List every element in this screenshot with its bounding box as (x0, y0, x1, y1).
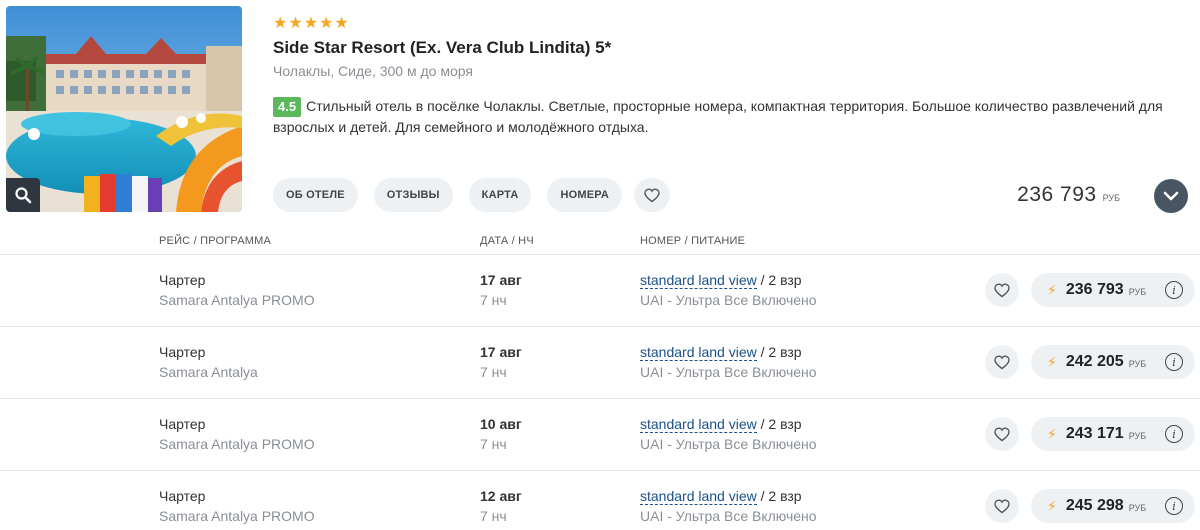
offer-date: 17 авг (480, 272, 522, 288)
room-type-link[interactable]: standard land view (640, 344, 757, 361)
offer-currency: РУБ (1128, 359, 1147, 369)
favorite-button[interactable] (634, 178, 670, 212)
expand-offers-button[interactable] (1154, 179, 1188, 213)
room-guests: / 2 взр (756, 416, 802, 432)
offer-price-button[interactable]: ⚡ 236 793 РУБ i (1031, 273, 1195, 307)
hotel-photo[interactable] (6, 6, 242, 212)
flight-type: Чартер (159, 416, 206, 432)
flight-type: Чартер (159, 272, 206, 288)
flight-program: Samara Antalya PROMO (159, 292, 315, 308)
flight-program: Samara Antalya (159, 364, 258, 380)
hotel-info: ★ ★ ★ ★ ★ Side Star Resort (Ex. Vera Clu… (273, 14, 1183, 138)
offer-row: Чартер Samara Antalya PROMO 10 авг 7 нч … (0, 398, 1200, 470)
rating-badge: 4.5 (273, 97, 302, 117)
star-icon: ★ (334, 15, 349, 32)
room-type-link[interactable]: standard land view (640, 416, 757, 433)
description-text: Стильный отель в посёлке Чолаклы. Светлы… (273, 98, 1163, 135)
hotel-photo-image (6, 6, 242, 212)
offer-nights: 7 нч (480, 508, 507, 524)
star-icon: ★ (288, 15, 303, 32)
min-price-amount: 236 793 (1017, 183, 1097, 206)
chevron-down-icon (1163, 191, 1179, 201)
offer-price-button[interactable]: ⚡ 243 171 РУБ i (1031, 417, 1195, 451)
lightning-icon: ⚡ (1047, 425, 1057, 442)
offer-currency: РУБ (1128, 503, 1147, 513)
room-guests: / 2 взр (756, 488, 802, 504)
info-icon[interactable]: i (1165, 497, 1183, 515)
offer-nights: 7 нч (480, 292, 507, 308)
offer-row: Чартер Samara Antalya PROMO 12 авг 7 нч … (0, 470, 1200, 530)
min-price-currency: РУБ (1102, 193, 1120, 203)
heart-icon (994, 354, 1010, 369)
flight-program: Samara Antalya PROMO (159, 436, 315, 452)
meal-plan: UAI - Ультра Все Включено (640, 508, 817, 524)
offer-row: Чартер Samara Antalya 17 авг 7 нч standa… (0, 326, 1200, 398)
meal-plan: UAI - Ультра Все Включено (640, 292, 817, 308)
hotel-tabs: ОБ ОТЕЛЕ ОТЗЫВЫ КАРТА НОМЕРА (273, 178, 670, 212)
offer-price: 243 171 (1065, 425, 1124, 442)
offer-currency: РУБ (1128, 287, 1147, 297)
favorite-offer-button[interactable] (985, 489, 1019, 523)
offer-date: 12 авг (480, 488, 522, 504)
offer-date: 10 авг (480, 416, 522, 432)
offer-date: 17 авг (480, 344, 522, 360)
lightning-icon: ⚡ (1047, 281, 1057, 298)
info-icon[interactable]: i (1165, 425, 1183, 443)
meal-plan: UAI - Ультра Все Включено (640, 436, 817, 452)
flight-type: Чартер (159, 488, 206, 504)
hotel-description: 4.5 Стильный отель в посёлке Чолаклы. Све… (273, 96, 1178, 138)
column-header-flight: РЕЙС / ПРОГРАММА (159, 235, 272, 247)
room-type-link[interactable]: standard land view (640, 488, 757, 505)
lightning-icon: ⚡ (1047, 353, 1057, 370)
heart-icon (994, 426, 1010, 441)
offer-nights: 7 нч (480, 364, 507, 380)
offer-price: 245 298 (1065, 497, 1124, 514)
offer-row: Чартер Samara Antalya PROMO 17 авг 7 нч … (0, 254, 1200, 326)
offer-price-button[interactable]: ⚡ 245 298 РУБ i (1031, 489, 1195, 523)
hotel-name[interactable]: Side Star Resort (Ex. Vera Club Lindita)… (273, 37, 1183, 59)
star-icon: ★ (303, 15, 319, 32)
tab-rooms[interactable]: НОМЕРА (547, 178, 622, 212)
heart-icon (994, 282, 1010, 297)
hotel-location: Чолаклы, Сиде, 300 м до моря (273, 63, 473, 79)
hotel-stars: ★ ★ ★ ★ ★ (273, 14, 1183, 34)
tab-about[interactable]: ОБ ОТЕЛЕ (273, 178, 358, 212)
star-icon: ★ (273, 15, 288, 32)
flight-type: Чартер (159, 344, 206, 360)
room-type-link[interactable]: standard land view (640, 272, 757, 289)
heart-icon (994, 498, 1010, 513)
offer-currency: РУБ (1128, 431, 1147, 441)
column-header-date: ДАТА / НЧ (480, 235, 534, 247)
favorite-offer-button[interactable] (985, 417, 1019, 451)
info-icon[interactable]: i (1165, 353, 1183, 371)
offer-price: 236 793 (1065, 281, 1124, 298)
flight-program: Samara Antalya PROMO (159, 508, 315, 524)
favorite-offer-button[interactable] (985, 345, 1019, 379)
favorite-offer-button[interactable] (985, 273, 1019, 307)
star-icon: ★ (319, 15, 334, 32)
min-price: 236 793 РУБ (1017, 183, 1120, 207)
offer-nights: 7 нч (480, 436, 507, 452)
offer-price-button[interactable]: ⚡ 242 205 РУБ i (1031, 345, 1195, 379)
zoom-button[interactable] (6, 178, 40, 212)
offer-price: 242 205 (1065, 353, 1124, 370)
tab-reviews[interactable]: ОТЗЫВЫ (373, 178, 453, 212)
tab-map[interactable]: КАРТА (468, 178, 532, 212)
column-header-room: НОМЕР / ПИТАНИЕ (640, 235, 746, 247)
info-icon[interactable]: i (1165, 281, 1183, 299)
lightning-icon: ⚡ (1047, 497, 1057, 514)
search-icon (15, 187, 32, 204)
room-guests: / 2 взр (756, 272, 802, 288)
room-guests: / 2 взр (756, 344, 802, 360)
heart-icon (644, 187, 660, 202)
meal-plan: UAI - Ультра Все Включено (640, 364, 817, 380)
